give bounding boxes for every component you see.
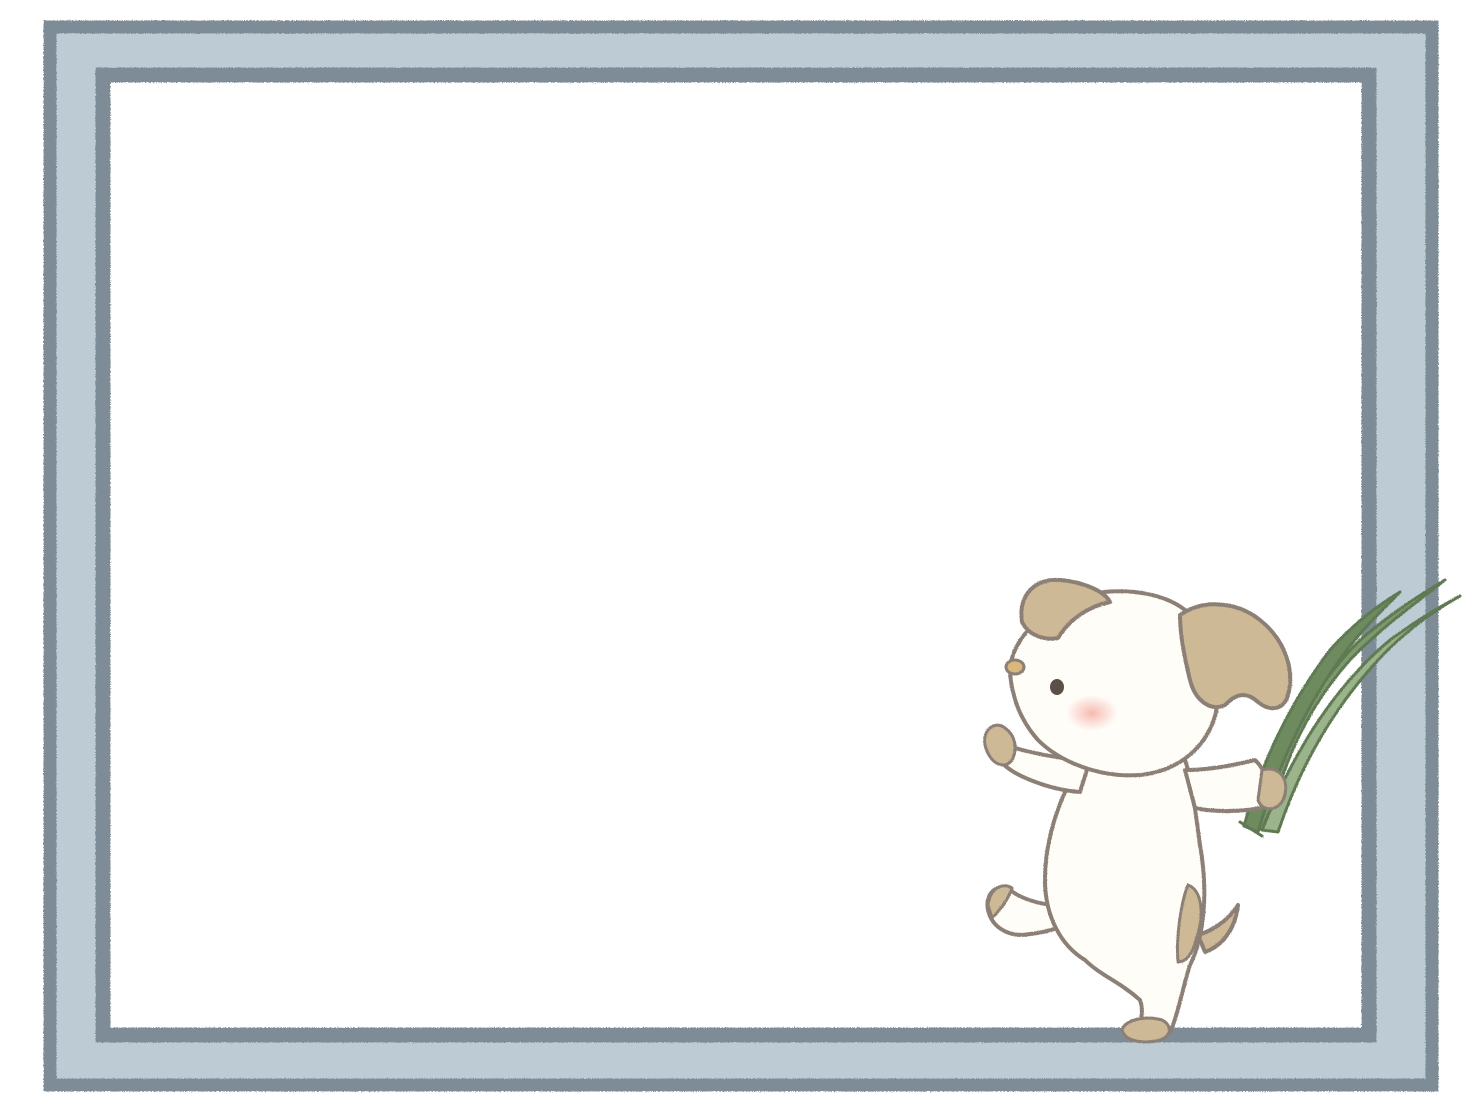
puppy-right-paw [1256, 767, 1288, 811]
puppy-ear-right [1178, 602, 1293, 711]
puppy-left-paw [983, 723, 1017, 767]
puppy-right-arm [1183, 758, 1270, 813]
puppy-body [1043, 758, 1207, 1042]
card-stage [0, 0, 1480, 1110]
puppy-holding-grass-icon [983, 577, 1462, 1044]
puppy-nose [1004, 658, 1026, 676]
puppy-cheek [1066, 695, 1118, 731]
puppy-eye [1050, 679, 1064, 695]
puppy-front-foot [1120, 1016, 1171, 1044]
